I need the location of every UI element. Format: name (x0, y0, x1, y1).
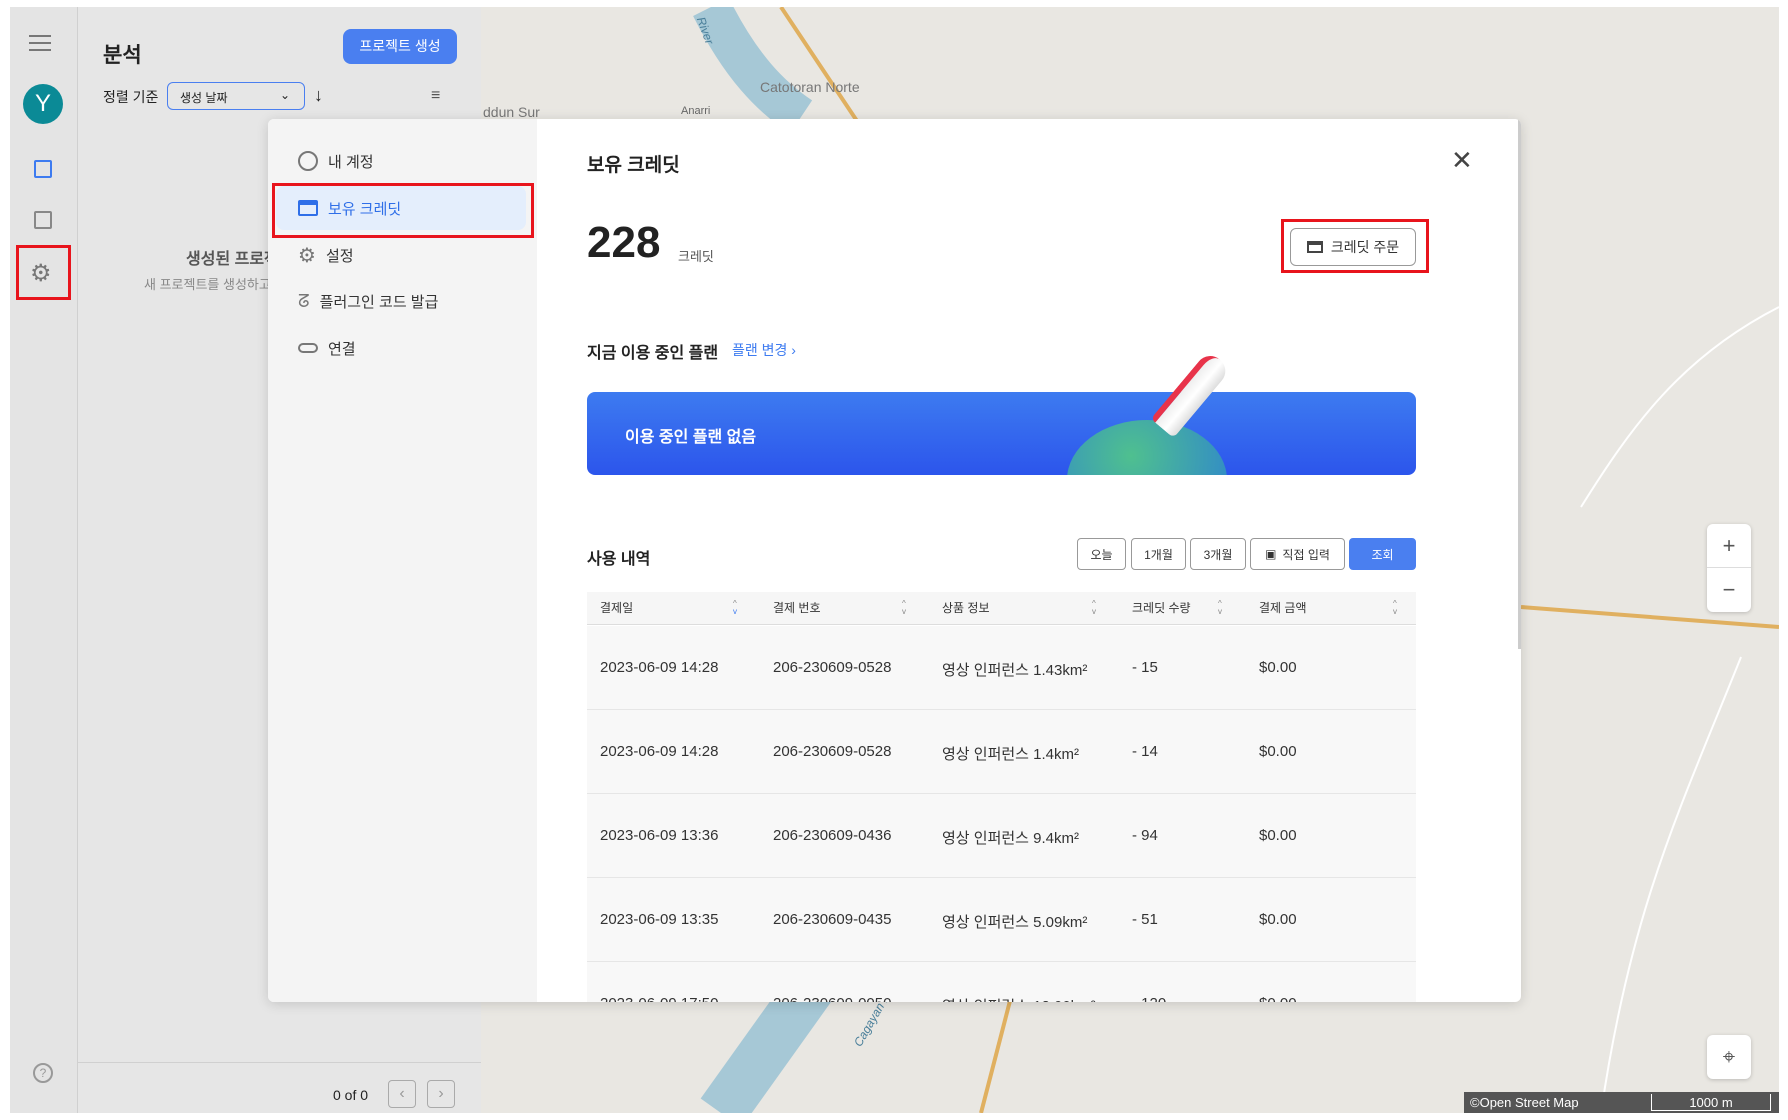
link-icon (298, 343, 318, 353)
prev-page-button[interactable]: ‹ (388, 1080, 416, 1108)
modal-nav: 내 계정 보유 크레딧 ⚙ 설정 ᘔ 플러그인 코드 발급 연결 (268, 119, 537, 1002)
table-cell: 206-230609-0528 (773, 743, 892, 760)
table-cell: - 14 (1132, 743, 1158, 760)
table-row[interactable]: 2023-06-09 14:28 206-230609-0528 영상 인퍼런스 1… (587, 710, 1416, 794)
gear-icon: ⚙ (298, 244, 316, 267)
pagination-count: 0 of 0 (333, 1087, 369, 1103)
modal-scrollbar[interactable] (1518, 119, 1521, 649)
table-cell: 영상 인퍼런스 9.4km² (942, 830, 1079, 847)
nav-item-account[interactable]: 내 계정 (276, 139, 526, 183)
change-plan-link[interactable]: 플랜 변경 › (732, 340, 796, 360)
sort-icon[interactable]: ^ v (1393, 600, 1397, 616)
table-cell: - 15 (1132, 659, 1158, 676)
create-project-button[interactable]: 프로젝트 생성 (343, 29, 457, 64)
settings-highlight (16, 245, 71, 300)
nav-item-connection[interactable]: 연결 (276, 326, 526, 370)
sort-icon[interactable]: ^ v (902, 600, 906, 616)
sort-label: 정렬 기준 (103, 89, 159, 105)
page-title: 분석 (103, 44, 142, 67)
zoom-out-button[interactable]: − (1707, 568, 1751, 612)
history-title: 사용 내역 (587, 551, 651, 568)
user-circle-icon (298, 151, 318, 171)
table-cell: - 51 (1132, 911, 1158, 928)
column-header[interactable]: 결제일 (600, 592, 633, 624)
column-header[interactable]: 결제 번호 (773, 592, 821, 624)
table-cell: 206-230609-0050 (773, 995, 891, 1002)
menu-icon[interactable] (29, 35, 51, 51)
image-icon[interactable] (34, 211, 52, 229)
globe-illustration (1067, 420, 1227, 475)
table-cell: 영상 인퍼런스 1.4km² (942, 746, 1079, 763)
table-cell: - 94 (1132, 827, 1158, 844)
scale-bar: 1000 m (1651, 1094, 1771, 1111)
table-cell: 2023-06-09 13:35 (600, 911, 719, 928)
table-cell: $0.00 (1259, 827, 1297, 844)
empty-description: 새 프로젝트를 생성하고 (144, 277, 271, 292)
table-cell: $0.00 (1259, 659, 1297, 676)
filter-3month-button[interactable]: 3개월 (1190, 538, 1246, 570)
filter-1month-button[interactable]: 1개월 (1131, 538, 1186, 570)
close-icon[interactable]: ✕ (1451, 145, 1473, 176)
sort-direction-icon[interactable]: ↓ (314, 85, 323, 106)
table-cell: 영상 인퍼런스 5.09km² (942, 914, 1088, 931)
map-label: ddun Sur (483, 104, 540, 120)
credit-balance: 228 (587, 218, 661, 267)
table-cell: 영상 인퍼런스 1.43km² (942, 662, 1088, 679)
sort-select[interactable]: 생성 날짜 ⌄ (167, 82, 305, 110)
icon-rail: Y ⚙ ? (10, 7, 78, 1113)
map-attribution: ©Open Street Map 1000 m (1464, 1092, 1779, 1113)
credits-nav-highlight (272, 183, 534, 238)
table-cell: 206-230609-0436 (773, 827, 892, 844)
modal-title: 보유 크레딧 (587, 155, 680, 176)
credits-modal: 내 계정 보유 크레딧 ⚙ 설정 ᘔ 플러그인 코드 발급 연결 보유 크레딧 ✕ … (268, 119, 1521, 1002)
filter-icon[interactable]: ≡ (431, 87, 440, 105)
nav-item-plugin-code[interactable]: ᘔ 플러그인 코드 발급 (276, 279, 526, 323)
column-header[interactable]: 결제 금액 (1259, 592, 1307, 624)
column-header[interactable]: 크레딧 수량 (1132, 592, 1191, 624)
plugin-icon: ᘔ (298, 290, 310, 311)
zoom-control: + − (1707, 524, 1751, 612)
chevron-down-icon: ⌄ (279, 88, 290, 102)
sort-icon[interactable]: ^ v (733, 600, 737, 616)
zoom-in-button[interactable]: + (1707, 524, 1751, 568)
search-button[interactable]: 조회 (1349, 538, 1416, 570)
table-row[interactable]: 2023-06-09 13:35 206-230609-0435 영상 인퍼런스 5… (587, 878, 1416, 962)
calendar-icon: ▣ (1265, 547, 1277, 561)
table-row[interactable]: 2023-06-09 13:36 206-230609-0436 영상 인퍼런스 9… (587, 794, 1416, 878)
table-cell: 2023-06-09 17:50 (600, 995, 718, 1002)
table-cell: - 120 (1132, 995, 1166, 1002)
table-header: 결제일 ^ v 결제 번호 ^ v 상품 정보 ^ v 크레딧 수량 ^ v 결제 금액… (587, 592, 1416, 625)
avatar[interactable]: Y (23, 84, 63, 124)
map-label: Anarri (681, 105, 711, 117)
sort-icon[interactable]: ^ v (1218, 600, 1222, 616)
table-cell: 2023-06-09 14:28 (600, 743, 719, 760)
nav-item-settings[interactable]: ⚙ 설정 (276, 233, 526, 277)
history-table: 결제일 ^ v 결제 번호 ^ v 상품 정보 ^ v 크레딧 수량 ^ v 결제 금액… (587, 592, 1416, 1002)
locate-button[interactable]: ⌖ (1707, 1035, 1751, 1079)
column-header[interactable]: 상품 정보 (942, 592, 990, 624)
table-cell: $0.00 (1259, 911, 1297, 928)
table-cell: 영상 인퍼런스 12.00km² (942, 995, 1096, 1002)
table-cell: 2023-06-09 13:36 (600, 827, 719, 844)
table-cell: 206-230609-0528 (773, 659, 892, 676)
table-row[interactable]: 2023-06-09 17:50 206-230609-0050 영상 인퍼런스 1… (587, 962, 1416, 1002)
plan-banner: 이용 중인 플랜 없음 (587, 392, 1416, 475)
table-cell: 206-230609-0435 (773, 911, 892, 928)
table-row[interactable]: 2023-06-09 14:28 206-230609-0528 영상 인퍼런스 1… (587, 626, 1416, 710)
next-page-button[interactable]: › (427, 1080, 455, 1108)
order-credits-button[interactable]: 크레딧 주문 (1290, 228, 1416, 266)
table-cell: $0.00 (1259, 995, 1297, 1002)
credit-unit: 크레딧 (678, 249, 714, 264)
filter-today-button[interactable]: 오늘 (1077, 538, 1126, 570)
table-cell: $0.00 (1259, 743, 1297, 760)
plan-label: 지금 이용 중인 플랜 (587, 345, 719, 362)
filter-custom-button[interactable]: ▣ 직접 입력 (1250, 538, 1345, 570)
sort-icon[interactable]: ^ v (1092, 600, 1096, 616)
map-label: Catotoran Norte (760, 79, 860, 95)
credit-card-icon (1306, 241, 1323, 253)
help-icon[interactable]: ? (33, 1063, 53, 1083)
table-cell: 2023-06-09 14:28 (600, 659, 719, 676)
analysis-icon[interactable] (34, 160, 52, 178)
